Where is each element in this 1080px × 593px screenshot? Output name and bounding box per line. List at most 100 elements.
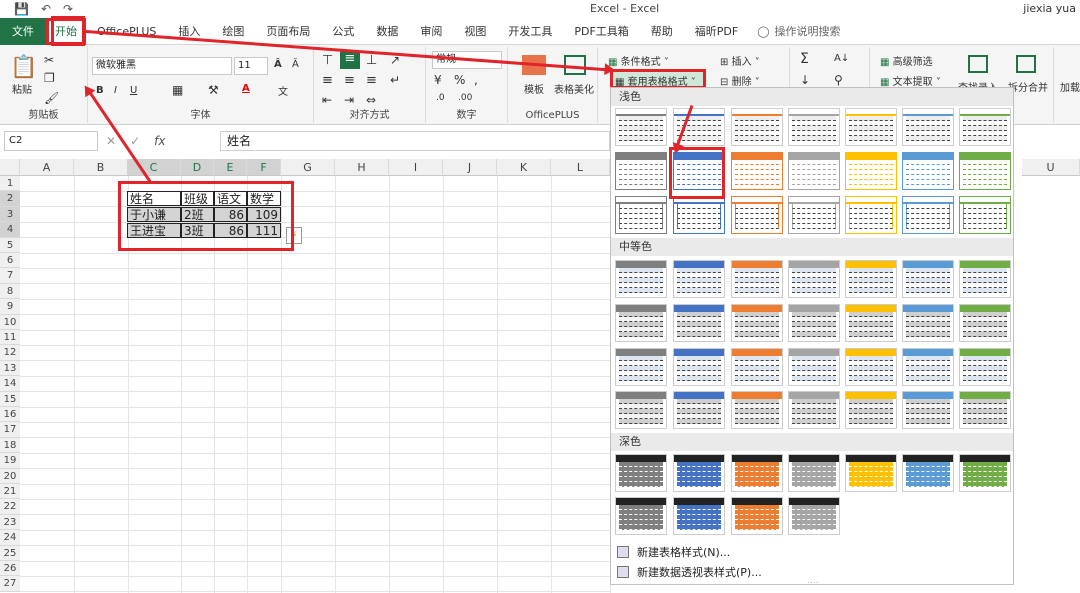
table-style-option[interactable]: [615, 304, 667, 342]
table-style-option[interactable]: [959, 108, 1011, 146]
delete-cells-button[interactable]: ⊟ 删除 ˅: [720, 73, 760, 88]
table-style-option[interactable]: [788, 454, 840, 492]
table-style-option[interactable]: [673, 196, 725, 234]
table-style-option[interactable]: [902, 391, 954, 429]
table-style-option[interactable]: [902, 348, 954, 386]
table-style-option[interactable]: [959, 304, 1011, 342]
table-style-option[interactable]: [731, 260, 783, 298]
table-style-option[interactable]: [731, 454, 783, 492]
column-header[interactable]: L: [551, 159, 610, 176]
tab-view[interactable]: 视图: [453, 18, 497, 45]
table-style-option[interactable]: [959, 391, 1011, 429]
advanced-filter-button[interactable]: ▦ 高级筛选: [880, 53, 933, 68]
table-style-option[interactable]: [845, 196, 897, 234]
fx-icon[interactable]: fx: [154, 134, 165, 148]
row-header[interactable]: 13: [0, 360, 20, 377]
table-style-option[interactable]: [731, 497, 783, 535]
increase-decimal-icon[interactable]: .0: [436, 93, 445, 103]
table-style-option[interactable]: [845, 304, 897, 342]
row-header[interactable]: 27: [0, 576, 20, 592]
tab-review[interactable]: 审阅: [409, 18, 453, 45]
column-header[interactable]: G: [281, 159, 335, 176]
increase-indent-icon[interactable]: ⇥: [344, 93, 354, 107]
table-style-option[interactable]: [788, 304, 840, 342]
tab-page-layout[interactable]: 页面布局: [255, 18, 321, 45]
table-style-option[interactable]: [615, 152, 667, 190]
column-header[interactable]: J: [443, 159, 497, 176]
table-style-option[interactable]: [673, 304, 725, 342]
wrap-text-icon[interactable]: ↵: [390, 73, 400, 87]
column-header[interactable]: D: [181, 159, 214, 176]
row-header[interactable]: 3: [0, 206, 20, 223]
table-style-option[interactable]: [845, 391, 897, 429]
row-header[interactable]: 20: [0, 468, 20, 484]
font-name-select[interactable]: 微软雅黑: [92, 57, 232, 75]
column-header[interactable]: B: [74, 159, 128, 176]
decrease-font-icon[interactable]: Ǎ: [292, 59, 299, 70]
table-style-option[interactable]: [673, 497, 725, 535]
redo-icon[interactable]: ↷: [63, 2, 73, 16]
row-header[interactable]: 6: [0, 253, 20, 269]
decrease-indent-icon[interactable]: ⇤: [322, 93, 332, 107]
table-style-option[interactable]: [845, 108, 897, 146]
row-header[interactable]: 16: [0, 407, 20, 423]
merge-split-button[interactable]: 拆分合并: [1008, 79, 1048, 94]
table-style-option[interactable]: [731, 152, 783, 190]
table-style-option[interactable]: [845, 152, 897, 190]
table-style-option[interactable]: [615, 260, 667, 298]
new-pivot-style-item[interactable]: 新建数据透视表样式(P)...: [617, 564, 762, 580]
table-style-option[interactable]: [731, 348, 783, 386]
align-top-icon[interactable]: ⊤: [322, 53, 333, 68]
format-as-table-button[interactable]: ▦ 套用表格格式 ˅: [610, 69, 706, 89]
row-header[interactable]: 10: [0, 314, 20, 330]
table-style-option[interactable]: [959, 348, 1011, 386]
format-painter-icon[interactable]: 🖌: [44, 91, 59, 105]
table-style-option[interactable]: [902, 108, 954, 146]
column-header[interactable]: F: [247, 159, 281, 176]
tab-file[interactable]: 文件: [0, 17, 46, 45]
phonetic-icon[interactable]: 文: [278, 83, 288, 98]
table-style-option[interactable]: [615, 454, 667, 492]
align-center-icon[interactable]: ≡: [344, 73, 355, 88]
resize-grip[interactable]: ....: [807, 576, 818, 586]
underline-icon[interactable]: U: [130, 85, 137, 96]
paste-button[interactable]: 粘贴: [12, 81, 32, 96]
copy-icon[interactable]: ❐: [44, 71, 55, 85]
conditional-format-button[interactable]: ▦ 条件格式 ˅: [608, 53, 669, 68]
row-header[interactable]: 21: [0, 484, 20, 500]
table-style-option[interactable]: [959, 454, 1011, 492]
confirm-icon[interactable]: ✓: [130, 134, 140, 148]
align-right-icon[interactable]: ≡: [366, 73, 377, 88]
table-style-option[interactable]: [788, 497, 840, 535]
currency-icon[interactable]: ¥: [434, 73, 442, 87]
table-style-option[interactable]: [731, 108, 783, 146]
text-extract-button[interactable]: ▦ 文本提取 ˅: [880, 73, 941, 88]
row-header[interactable]: 26: [0, 561, 20, 577]
table-style-option[interactable]: [673, 454, 725, 492]
percent-icon[interactable]: %: [454, 73, 465, 87]
column-header[interactable]: U: [1022, 159, 1080, 176]
tab-developer[interactable]: 开发工具: [497, 18, 563, 45]
tab-pdf-toolbox[interactable]: PDF工具箱: [563, 18, 639, 45]
row-header[interactable]: 1: [0, 176, 20, 192]
find-enter-icon[interactable]: [968, 55, 988, 73]
row-header[interactable]: 24: [0, 530, 20, 546]
table-style-option[interactable]: [845, 260, 897, 298]
table-style-option[interactable]: [788, 108, 840, 146]
table-style-option[interactable]: [788, 260, 840, 298]
table-style-option[interactable]: [845, 348, 897, 386]
bold-icon[interactable]: B: [96, 85, 104, 96]
table-style-option[interactable]: [615, 196, 667, 234]
table-style-option[interactable]: [731, 391, 783, 429]
name-box[interactable]: C2: [4, 131, 98, 151]
load-button[interactable]: 加载: [1060, 79, 1080, 94]
table-style-option[interactable]: [615, 108, 667, 146]
merge-split-icon[interactable]: [1016, 55, 1036, 73]
insert-cells-button[interactable]: ⊞ 插入 ˅: [720, 53, 760, 68]
column-header[interactable]: E: [214, 159, 247, 176]
row-header[interactable]: 11: [0, 330, 20, 346]
beautify-button[interactable]: 表格美化: [554, 81, 594, 96]
autosum-icon[interactable]: Σ: [800, 51, 809, 67]
row-header[interactable]: 22: [0, 499, 20, 515]
table-style-option[interactable]: [615, 391, 667, 429]
